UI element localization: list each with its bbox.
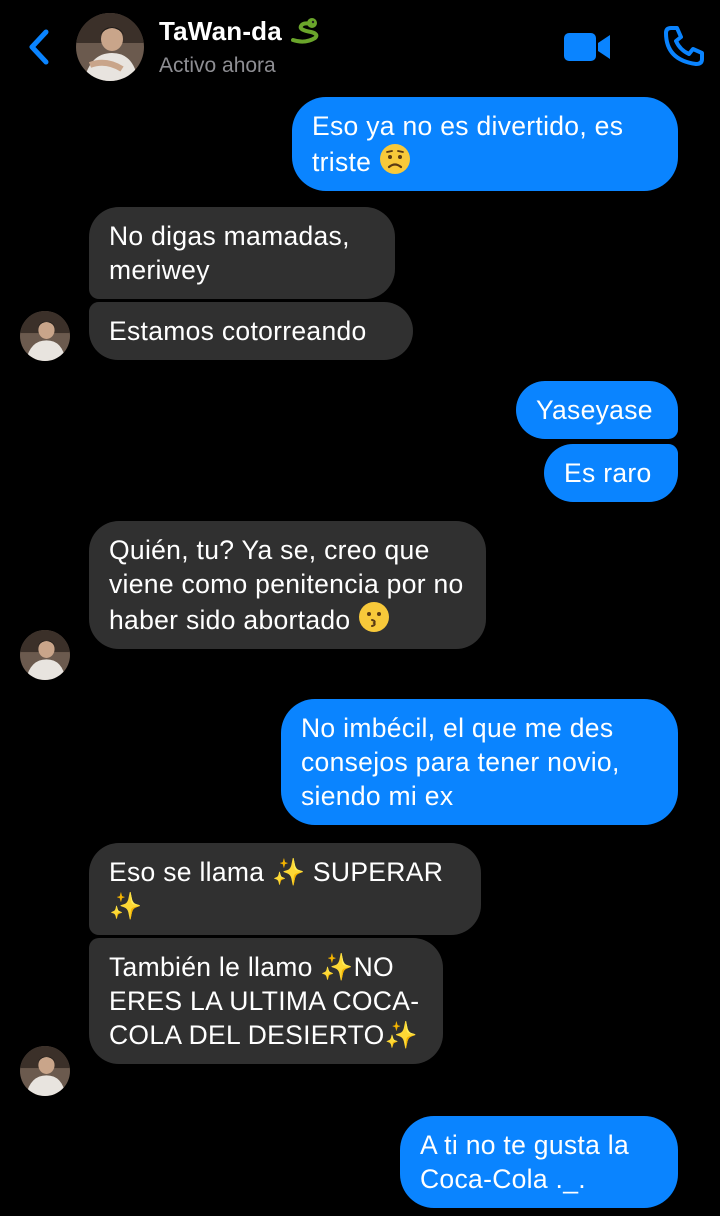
message-bubble-incoming[interactable]: Eso se llama ✨ SUPERAR ✨	[89, 843, 481, 935]
sender-avatar[interactable]	[20, 1046, 70, 1096]
snake-emoji-icon	[291, 18, 319, 44]
message-bubble-outgoing[interactable]: Es raro	[544, 444, 678, 502]
back-button[interactable]	[22, 26, 56, 68]
chat-screen: TaWan-da Activo ahora Eso ya no es diver…	[0, 0, 720, 1216]
chevron-left-icon	[29, 29, 49, 65]
message-bubble-outgoing[interactable]: Yaseyase	[516, 381, 678, 439]
message-bubble-incoming[interactable]: También le llamo ✨NO ERES LA ULTIMA COCA…	[89, 938, 443, 1064]
contact-avatar[interactable]	[76, 13, 144, 81]
audio-call-button[interactable]	[662, 24, 706, 68]
contact-name[interactable]: TaWan-da	[159, 16, 321, 47]
worried-face-emoji-icon	[379, 144, 410, 174]
sender-avatar[interactable]	[20, 630, 70, 680]
phone-icon	[664, 26, 704, 66]
kissing-face-emoji-icon	[359, 602, 390, 632]
contact-status: Activo ahora	[159, 54, 276, 77]
video-camera-icon	[564, 33, 610, 61]
message-bubble-outgoing[interactable]: A ti no te gusta la Coca-Cola ._.	[400, 1116, 678, 1208]
chat-header: TaWan-da Activo ahora	[0, 0, 720, 92]
message-bubble-incoming[interactable]: Quién, tu? Ya se, creo que viene como pe…	[89, 521, 486, 649]
message-bubble-outgoing[interactable]: Eso ya no es divertido, es triste	[292, 97, 678, 191]
message-bubble-outgoing[interactable]: No imbécil, el que me des consejos para …	[281, 699, 678, 825]
message-bubble-incoming[interactable]: No digas mamadas, meriwey	[89, 207, 395, 299]
video-call-button[interactable]	[562, 30, 614, 64]
sender-avatar[interactable]	[20, 311, 70, 361]
message-bubble-incoming[interactable]: Estamos cotorreando	[89, 302, 413, 360]
